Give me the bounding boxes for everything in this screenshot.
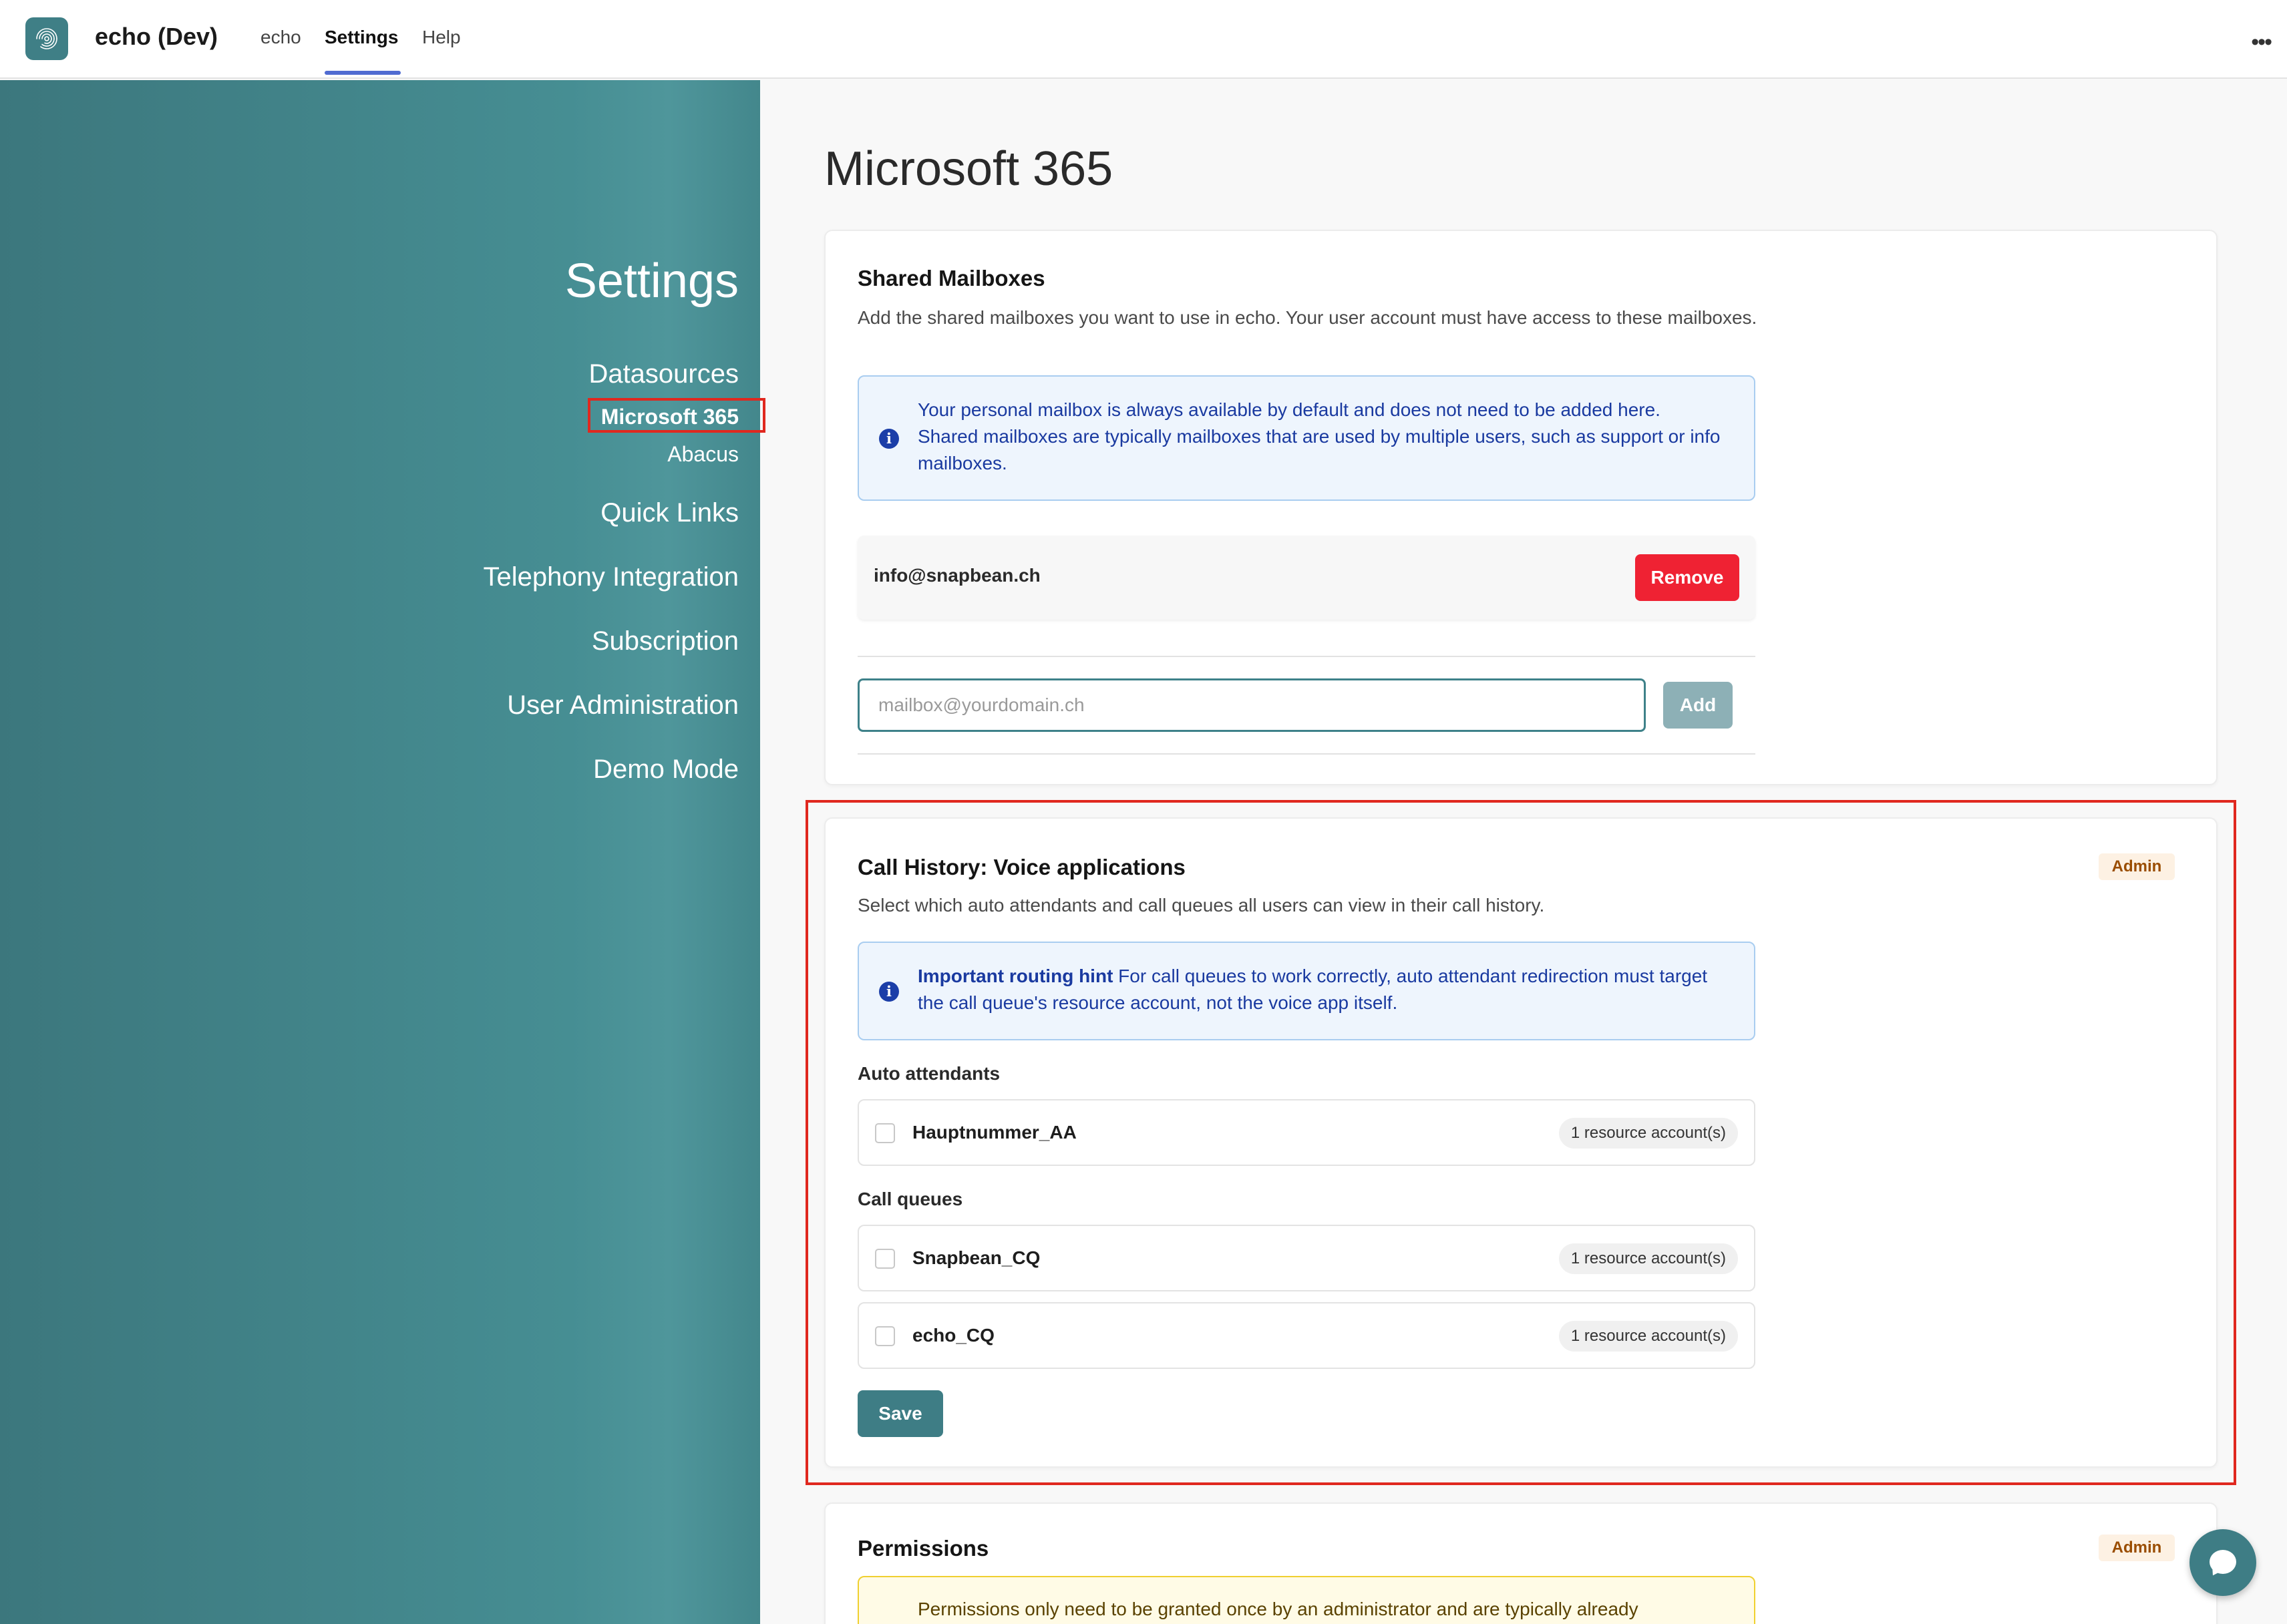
app-title: echo (Dev) [95, 23, 218, 50]
sidebar-heading: Settings [564, 254, 739, 308]
nav-help[interactable]: Help [422, 27, 461, 48]
mailbox-row: info@snapbean.ch Remove [858, 536, 1755, 620]
card-description: Add the shared mailboxes you want to use… [858, 307, 1757, 328]
divider [858, 656, 1755, 657]
card-title-permissions: Permissions [858, 1536, 989, 1561]
sidebar-item-telephony-integration[interactable]: Telephony Integration [484, 562, 739, 592]
sidebar-item-user-administration[interactable]: User Administration [507, 690, 739, 721]
nav-settings[interactable]: Settings [325, 27, 398, 48]
sidebar-item-subscription[interactable]: Subscription [592, 626, 739, 656]
add-button[interactable]: Add [1663, 682, 1733, 729]
divider [858, 753, 1755, 755]
permissions-card: Permissions Admin Permissions only need … [824, 1502, 2218, 1624]
active-tab-indicator [325, 71, 401, 75]
sidebar-item-quick-links[interactable]: Quick Links [600, 498, 739, 528]
remove-button[interactable]: Remove [1635, 554, 1739, 601]
permissions-warning-box: Permissions only need to be granted once… [858, 1576, 1755, 1624]
admin-badge: Admin [2099, 1535, 2175, 1561]
info-box: i Your personal mailbox is always availa… [858, 375, 1755, 501]
selection-highlight-call-history [806, 800, 2236, 1485]
sidebar-item-datasources[interactable]: Datasources [588, 359, 739, 389]
info-text: Your personal mailbox is always availabl… [918, 397, 1733, 477]
sidebar-item-demo-mode[interactable]: Demo Mode [593, 755, 739, 785]
info-line-1: Your personal mailbox is always availabl… [918, 399, 1660, 420]
info-icon: i [879, 429, 899, 449]
info-line-2: Shared mailboxes are typically mailboxes… [918, 426, 1721, 473]
top-bar: echo (Dev) echo Settings Help ••• [0, 0, 2287, 79]
more-horizontal-icon[interactable]: ••• [2251, 29, 2272, 55]
permissions-warning-text: Permissions only need to be granted once… [918, 1599, 1638, 1619]
page-title: Microsoft 365 [824, 142, 1113, 196]
sidebar-item-abacus[interactable]: Abacus [667, 442, 739, 467]
chat-button[interactable] [2189, 1529, 2256, 1596]
fingerprint-logo-icon[interactable] [25, 17, 68, 60]
mailbox-input[interactable] [858, 678, 1646, 732]
mailbox-address: info@snapbean.ch [874, 565, 1041, 586]
nav-echo[interactable]: echo [260, 27, 301, 48]
settings-sidebar: Settings Datasources Microsoft 365 Abacu… [0, 80, 760, 1624]
selection-highlight-sidebar [588, 398, 765, 433]
shared-mailboxes-card: Shared Mailboxes Add the shared mailboxe… [824, 230, 2218, 785]
card-title-shared-mailboxes: Shared Mailboxes [858, 266, 1045, 290]
